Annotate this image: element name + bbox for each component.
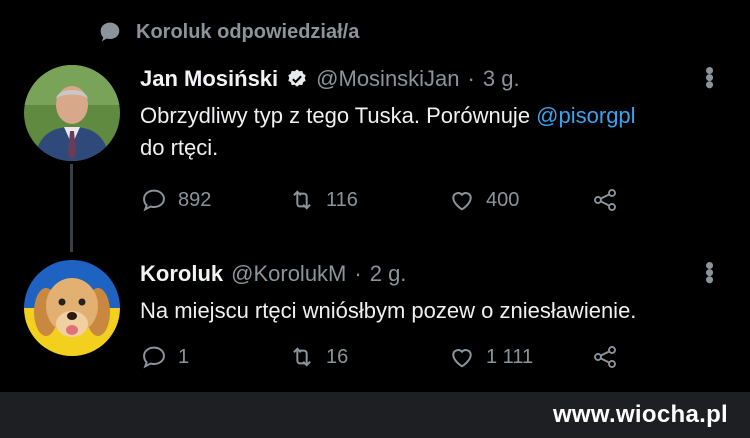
like-count: 1 111 [486,345,534,368]
retweet-count: 116 [326,188,358,211]
tweet-text: Na miejscu rtęci wniósłbym pozew o znies… [140,298,637,323]
speech-bubble-icon [100,22,120,42]
retweet-icon [293,190,311,210]
reply-count: 892 [178,188,212,211]
reply-count: 1 [178,345,190,368]
avatar[interactable] [24,65,120,161]
reply-context-text: Koroluk odpowiedział/a [136,20,360,43]
tweet-text-part: do rtęci. [140,135,219,160]
tweet-header: Jan Mosiński @MosinskiJan · 3 g. [140,66,520,92]
tweet-header: Koroluk @KorolukM · 2 g. [140,261,406,287]
reply-context: Koroluk odpowiedział/a [96,18,359,46]
retweet-button[interactable]: 16 [288,343,448,371]
thread-connector [70,164,73,252]
avatar[interactable] [24,260,120,356]
share-button[interactable] [591,186,619,214]
share-icon [594,189,616,211]
tweet-actions: 892 116 400 [140,186,619,214]
author-name[interactable]: Jan Mosiński [140,66,278,92]
tweet-text-part: Obrzydliwy typ z tego Tuska. Porównuje [140,103,537,128]
watermark-text: www.wiocha.pl [552,401,728,428]
author-handle[interactable]: @MosinskiJan [316,66,459,92]
reply-button[interactable]: 892 [140,186,288,214]
tweet-text: Obrzydliwy typ z tego Tuska. Porównuje @… [140,100,720,164]
separator-dot: · [354,261,362,286]
avatar-dog-portrait [24,260,120,356]
author-handle[interactable]: @KorolukM [231,261,346,287]
like-button[interactable]: 1 111 [448,343,591,371]
mention-link[interactable]: @pisorgpl [536,103,635,128]
heart-icon [452,349,472,368]
separator-dot: · [467,66,475,91]
timestamp[interactable]: 3 g. [483,66,520,92]
retweet-button[interactable]: 116 [288,186,448,214]
verified-badge-icon [288,69,306,87]
like-button[interactable]: 400 [448,186,591,214]
watermark-bar: www.wiocha.pl [0,392,750,438]
tweet-actions: 1 16 1 111 [140,343,619,371]
like-count: 400 [486,188,520,211]
retweet-count: 16 [326,345,349,368]
timestamp[interactable]: 2 g. [370,261,407,287]
avatar-man-portrait [24,65,120,161]
more-options-icon[interactable]: ••• [695,261,725,282]
author-name[interactable]: Koroluk [140,261,223,287]
reply-icon [143,346,165,369]
share-icon [594,346,616,368]
more-options-icon[interactable]: ••• [695,66,725,87]
reply-button[interactable]: 1 [140,343,288,371]
retweet-icon [293,347,311,367]
share-button[interactable] [591,343,619,371]
heart-icon [452,192,472,211]
reply-icon [143,189,165,212]
